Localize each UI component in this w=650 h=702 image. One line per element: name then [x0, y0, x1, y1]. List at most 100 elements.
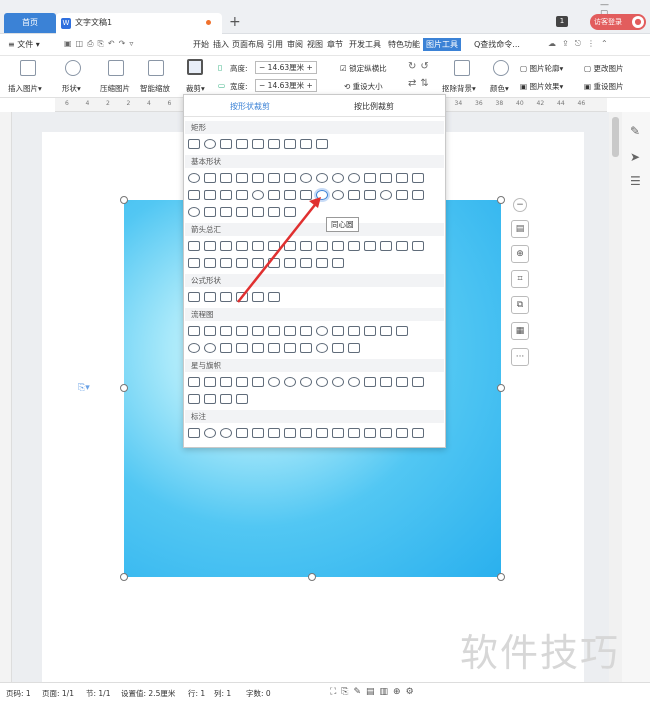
shape-option[interactable] [284, 428, 296, 438]
color-button[interactable]: 颜色▾ [490, 83, 509, 94]
shape-option[interactable] [364, 190, 376, 200]
shape-option[interactable] [188, 428, 200, 438]
shape-option[interactable] [204, 343, 216, 353]
resize-handle[interactable] [497, 573, 505, 581]
shape-option[interactable] [300, 241, 312, 251]
shape-option[interactable] [204, 326, 216, 336]
shape-option[interactable] [332, 258, 344, 268]
shape-option[interactable] [268, 343, 280, 353]
menu-item-picture-tools[interactable]: 图片工具 [423, 38, 461, 51]
resize-handle[interactable] [497, 384, 505, 392]
shape-option[interactable] [300, 377, 312, 387]
reset-picture-button[interactable]: ▣ 重设图片 [584, 81, 623, 92]
change-picture-button[interactable]: ▢ 更改图片 [584, 63, 623, 74]
shape-option[interactable] [300, 428, 312, 438]
resize-handle[interactable] [120, 196, 128, 204]
shape-option[interactable] [252, 326, 264, 336]
shape-option[interactable] [220, 190, 232, 200]
shape-option[interactable] [380, 190, 392, 200]
shape-option[interactable] [236, 139, 248, 149]
shape-option[interactable] [316, 139, 328, 149]
shape-option[interactable] [316, 241, 328, 251]
shape-option[interactable] [300, 139, 312, 149]
shape-option[interactable] [364, 377, 376, 387]
shape-option[interactable] [188, 292, 200, 302]
crop-button[interactable]: 裁剪▾ [186, 83, 205, 94]
shape-option[interactable] [268, 173, 280, 183]
shape-option[interactable] [348, 190, 360, 200]
menu-item-home[interactable]: 开始 [193, 39, 209, 50]
shape-option[interactable] [412, 190, 424, 200]
shape-option[interactable] [252, 173, 264, 183]
shape-option[interactable] [204, 241, 216, 251]
menu-file[interactable]: ≡ 文件 ▾ [8, 39, 40, 50]
reset-size-button[interactable]: ⟲ 重设大小 [344, 81, 383, 92]
shape-option[interactable] [316, 428, 328, 438]
shape-option[interactable] [188, 394, 200, 404]
shape-option[interactable] [380, 326, 392, 336]
resize-handle[interactable] [497, 196, 505, 204]
shape-option[interactable] [348, 377, 360, 387]
shape-option[interactable] [316, 173, 328, 183]
shape-option[interactable] [188, 343, 200, 353]
shape-option[interactable] [188, 258, 200, 268]
tab-home[interactable]: 首页 [4, 13, 56, 33]
shape-option[interactable] [300, 190, 312, 200]
shape-option[interactable] [268, 428, 280, 438]
shape-option[interactable] [204, 258, 216, 268]
shape-option[interactable] [268, 241, 280, 251]
shape-option[interactable] [268, 207, 280, 217]
layout-tool-icon[interactable]: ▤ [511, 220, 529, 238]
shape-option[interactable] [236, 207, 248, 217]
shape-option[interactable] [348, 343, 360, 353]
pen-icon[interactable]: ✎ [630, 124, 640, 138]
shape-option[interactable] [220, 207, 232, 217]
shape-option[interactable] [316, 258, 328, 268]
shape-option[interactable] [204, 292, 216, 302]
shape-option[interactable] [332, 190, 344, 200]
shape-option[interactable] [236, 190, 248, 200]
shape-option[interactable] [412, 173, 424, 183]
menu-item-review[interactable]: 审阅 [287, 39, 303, 50]
menu-item-reference[interactable]: 引用 [267, 39, 283, 50]
shape-option[interactable] [236, 173, 248, 183]
shape-option[interactable] [300, 326, 312, 336]
shape-option[interactable] [300, 343, 312, 353]
shape-option[interactable] [332, 377, 344, 387]
compress-button[interactable]: 压缩图片 [100, 83, 130, 94]
rotate-icons[interactable]: ↻↺ [408, 61, 433, 72]
search-command[interactable]: Q查找命令... [474, 39, 520, 50]
shape-option[interactable] [252, 190, 264, 200]
shape-option[interactable] [220, 326, 232, 336]
shape-option[interactable] [412, 377, 424, 387]
shape-option[interactable] [284, 241, 296, 251]
shape-option[interactable] [204, 173, 216, 183]
insert-picture-button[interactable]: 插入图片▾ [8, 83, 42, 94]
shape-option[interactable] [236, 326, 248, 336]
shape-option[interactable] [268, 292, 280, 302]
shape-option[interactable] [252, 377, 264, 387]
shape-option[interactable] [220, 343, 232, 353]
collapse-icon[interactable]: − [513, 198, 527, 212]
shape-option[interactable] [220, 428, 232, 438]
visitor-login-button[interactable]: 访客登录 ● [590, 14, 646, 30]
grid-tool-icon[interactable]: ▦ [511, 322, 529, 340]
shape-option[interactable] [396, 241, 408, 251]
shape-option[interactable] [300, 258, 312, 268]
smart-zoom-button[interactable]: 智能缩放 [140, 83, 170, 94]
menu-item-insert[interactable]: 插入 [213, 39, 229, 50]
shape-option[interactable] [284, 139, 296, 149]
scrollbar[interactable] [609, 112, 622, 682]
crop-tool-icon[interactable]: ⌗ [511, 270, 529, 288]
shape-option[interactable] [268, 326, 280, 336]
shape-option[interactable] [364, 428, 376, 438]
shape-option[interactable] [380, 428, 392, 438]
shape-option[interactable] [188, 173, 200, 183]
menu-item-devtools[interactable]: 开发工具 [349, 39, 381, 50]
shape-option[interactable] [236, 343, 248, 353]
shape-option[interactable] [220, 241, 232, 251]
shape-option[interactable] [396, 190, 408, 200]
shape-option[interactable] [236, 292, 248, 302]
zoom-tool-icon[interactable]: ⊕ [511, 245, 529, 263]
shape-option[interactable] [268, 139, 280, 149]
